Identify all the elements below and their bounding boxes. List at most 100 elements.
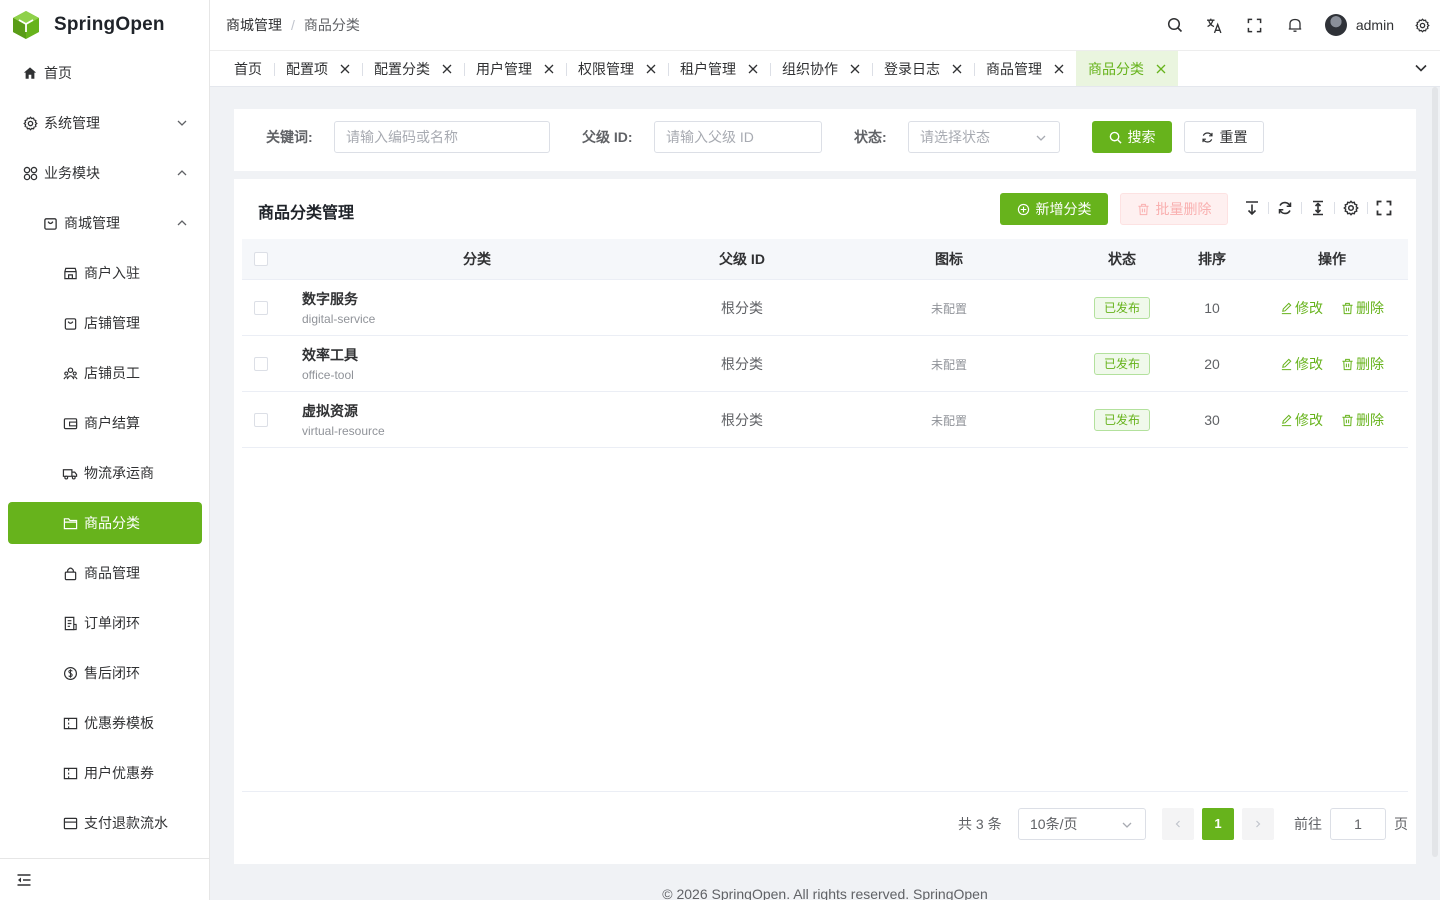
sidebar-item-business[interactable]: 业务模块 — [8, 152, 202, 194]
breadcrumb-item[interactable]: 商城管理 — [226, 15, 282, 35]
gear-icon[interactable] — [1343, 200, 1359, 216]
column-header-actions: 操作 — [1318, 251, 1346, 267]
add-category-button[interactable]: 新增分类 — [1000, 193, 1108, 225]
sidebar-item-home[interactable]: 首页 — [8, 52, 202, 94]
export-icon[interactable] — [1244, 200, 1260, 216]
edit-button[interactable]: 修改 — [1280, 410, 1323, 430]
fullscreen-button[interactable] — [1235, 0, 1275, 50]
delete-label: 删除 — [1356, 412, 1384, 428]
tab-permission-management[interactable]: 权限管理 — [566, 51, 668, 86]
select-all-checkbox[interactable] — [254, 252, 268, 266]
keyword-placeholder: 请输入编码或名称 — [346, 129, 458, 145]
close-icon[interactable] — [952, 64, 962, 74]
icon-cell: 未配置 — [930, 357, 967, 372]
page-number-current[interactable]: 1 — [1202, 808, 1234, 840]
sidebar-item-logistics[interactable]: 物流承运商 — [8, 452, 202, 494]
logo[interactable]: SpringOpen — [0, 0, 209, 50]
tab-tenant-management[interactable]: 租户管理 — [668, 51, 770, 86]
tab-login-log[interactable]: 登录日志 — [872, 51, 974, 86]
user-menu[interactable]: admin — [1315, 14, 1404, 36]
goto-label: 前往 — [1294, 816, 1322, 832]
settings-button[interactable] — [1404, 0, 1440, 50]
delete-button[interactable]: 删除 — [1341, 298, 1384, 318]
category-name: 效率工具 — [302, 347, 358, 363]
sidebar-item-label: 商品管理 — [84, 565, 140, 581]
page-size-select[interactable]: 10条/页 — [1018, 808, 1146, 840]
refresh-icon[interactable] — [1277, 200, 1293, 216]
tab-product-category[interactable]: 商品分类 — [1076, 51, 1178, 86]
category-name: 数字服务 — [302, 291, 358, 307]
sidebar-item-label: 用户优惠券 — [84, 765, 154, 781]
close-icon[interactable] — [340, 64, 350, 74]
parent-id-input[interactable]: 请输入父级 ID — [654, 121, 822, 153]
toolbar-divider — [1268, 202, 1269, 214]
close-icon[interactable] — [442, 64, 452, 74]
search-button[interactable] — [1155, 0, 1195, 50]
sidebar-collapse-button[interactable] — [0, 858, 209, 900]
tab-home[interactable]: 首页 — [222, 51, 274, 86]
sidebar-item-shop-staff[interactable]: 店铺员工 — [8, 352, 202, 394]
chevron-down-icon[interactable] — [1414, 61, 1428, 75]
goto-page-input[interactable]: 1 — [1330, 808, 1386, 840]
sidebar-item-aftersales-loop[interactable]: 售后闭环 — [8, 652, 202, 694]
notification-button[interactable] — [1275, 0, 1315, 50]
category-name: 虚拟资源 — [302, 403, 358, 419]
delete-button[interactable]: 删除 — [1341, 410, 1384, 430]
folder-icon — [62, 515, 78, 531]
edit-label: 修改 — [1295, 412, 1323, 428]
language-button[interactable] — [1195, 0, 1235, 50]
row-checkbox[interactable] — [254, 357, 268, 371]
close-icon[interactable] — [748, 64, 758, 74]
status-placeholder: 请选择状态 — [920, 129, 990, 145]
fullscreen-icon — [1248, 18, 1262, 32]
table-row: 效率工具 office-tool 根分类 未配置 已发布 20 修改 删除 — [242, 336, 1408, 392]
tab-config-category[interactable]: 配置分类 — [362, 51, 464, 86]
close-icon[interactable] — [1054, 64, 1064, 74]
edit-icon — [1281, 302, 1292, 314]
close-icon[interactable] — [1156, 64, 1166, 74]
row-checkbox[interactable] — [254, 413, 268, 427]
sidebar-item-label: 系统管理 — [44, 115, 100, 131]
tab-user-management[interactable]: 用户管理 — [464, 51, 566, 86]
header-tools: admin — [1155, 0, 1440, 50]
delete-button[interactable]: 删除 — [1341, 354, 1384, 374]
scrollbar[interactable] — [1432, 87, 1438, 857]
close-icon[interactable] — [544, 64, 554, 74]
sort-cell: 20 — [1204, 356, 1220, 372]
status-cell: 已发布 — [1072, 280, 1172, 336]
edit-button[interactable]: 修改 — [1280, 354, 1323, 374]
batch-delete-button[interactable]: 批量删除 — [1120, 193, 1228, 225]
edit-button[interactable]: 修改 — [1280, 298, 1323, 318]
sidebar-item-payment-refund-flow[interactable]: 支付退款流水 — [8, 802, 202, 844]
tab-product-management[interactable]: 商品管理 — [974, 51, 1076, 86]
keyword-input[interactable]: 请输入编码或名称 — [334, 121, 550, 153]
sidebar-item-product-management[interactable]: 商品管理 — [8, 552, 202, 594]
sidebar-item-system[interactable]: 系统管理 — [8, 102, 202, 144]
sidebar-item-merchant-settlement[interactable]: 商户结算 — [8, 402, 202, 444]
tab-config-item[interactable]: 配置项 — [274, 51, 362, 86]
card-icon — [62, 815, 78, 831]
sidebar-item-product-category[interactable]: 商品分类 — [8, 502, 202, 544]
chevron-left-icon — [1175, 820, 1180, 828]
sidebar-item-coupon-template[interactable]: 优惠券模板 — [8, 702, 202, 744]
tab-org-collaboration[interactable]: 组织协作 — [770, 51, 872, 86]
next-page-button[interactable] — [1242, 808, 1274, 840]
reset-button[interactable]: 重置 — [1184, 121, 1264, 153]
sidebar-item-user-coupon[interactable]: 用户优惠券 — [8, 752, 202, 794]
status-select[interactable]: 请选择状态 — [908, 121, 1060, 153]
column-height-icon[interactable] — [1310, 200, 1326, 216]
row-checkbox[interactable] — [254, 301, 268, 315]
sort-cell: 30 — [1204, 412, 1220, 428]
tab-label: 首页 — [234, 60, 262, 77]
wallet-icon — [62, 415, 78, 431]
close-icon[interactable] — [850, 64, 860, 74]
search-button[interactable]: 搜索 — [1092, 121, 1172, 153]
sidebar-item-label: 商品分类 — [84, 515, 140, 531]
sidebar-item-order-loop[interactable]: 订单闭环 — [8, 602, 202, 644]
sidebar-item-merchant-onboarding[interactable]: 商户入驻 — [8, 252, 202, 294]
prev-page-button[interactable] — [1162, 808, 1194, 840]
close-icon[interactable] — [646, 64, 656, 74]
sidebar-item-shop-management[interactable]: 店铺管理 — [8, 302, 202, 344]
fullscreen-icon[interactable] — [1376, 200, 1392, 216]
sidebar-item-mall[interactable]: 商城管理 — [8, 202, 202, 244]
